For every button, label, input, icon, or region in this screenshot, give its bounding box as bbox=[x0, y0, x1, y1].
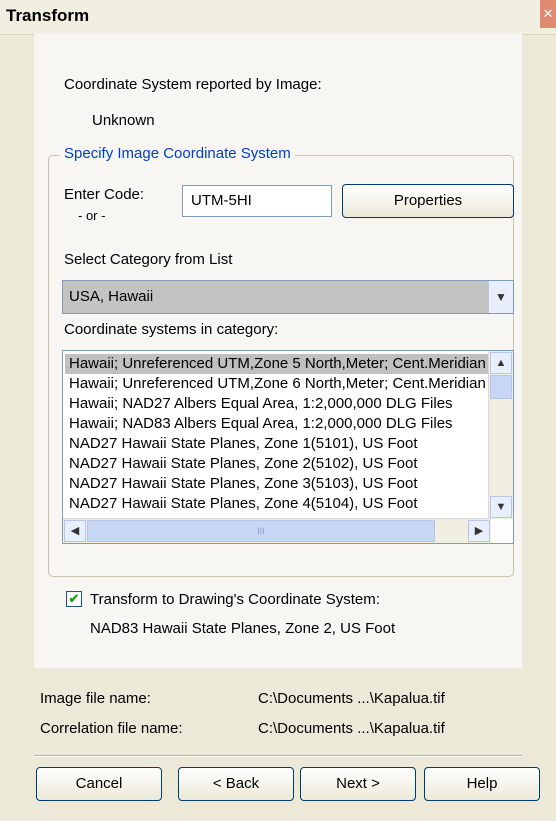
scroll-right-icon[interactable]: ▶ bbox=[468, 520, 490, 542]
list-item[interactable]: Hawaii; NAD27 Albers Equal Area, 1:2,000… bbox=[69, 395, 453, 412]
list-item[interactable]: NAD27 Hawaii State Planes, Zone 4(5104),… bbox=[69, 495, 418, 512]
help-button[interactable]: Help bbox=[424, 767, 540, 801]
enter-code-label: Enter Code: bbox=[64, 186, 145, 203]
group-legend: Specify Image Coordinate System bbox=[60, 145, 295, 162]
next-button[interactable]: Next > bbox=[300, 767, 416, 801]
scroll-left-icon[interactable]: ◀ bbox=[64, 520, 86, 542]
scroll-up-icon[interactable]: ▲ bbox=[490, 352, 512, 374]
window-title: Transform bbox=[6, 6, 90, 25]
image-file-value: C:\Documents ...\Kapalua.tif bbox=[258, 690, 445, 707]
properties-button[interactable]: Properties bbox=[342, 184, 514, 218]
list-label: Coordinate systems in category: bbox=[64, 321, 279, 338]
category-label: Select Category from List bbox=[64, 251, 233, 268]
list-item[interactable]: NAD27 Hawaii State Planes, Zone 1(5101),… bbox=[69, 435, 418, 452]
image-file-label: Image file name: bbox=[40, 690, 151, 707]
transform-label[interactable]: Transform to Drawing's Coordinate System… bbox=[90, 591, 380, 608]
list-item[interactable]: NAD27 Hawaii State Planes, Zone 3(5103),… bbox=[69, 475, 418, 492]
close-icon[interactable]: ✕ bbox=[540, 0, 556, 28]
scroll-thumb[interactable] bbox=[490, 375, 512, 399]
list-item[interactable]: Hawaii; Unreferenced UTM,Zone 5 North,Me… bbox=[69, 355, 486, 372]
or-label: - or - bbox=[78, 208, 106, 223]
scroll-down-icon[interactable]: ▼ bbox=[490, 496, 512, 518]
reported-value: Unknown bbox=[92, 112, 155, 129]
back-button[interactable]: < Back bbox=[178, 767, 294, 801]
list-item[interactable]: Hawaii; NAD83 Albers Equal Area, 1:2,000… bbox=[69, 415, 453, 432]
transform-checkbox[interactable]: ✔ bbox=[66, 591, 82, 607]
list-item[interactable]: Hawaii; Unreferenced UTM,Zone 6 North,Me… bbox=[69, 375, 486, 392]
coordinate-systems-list[interactable]: Hawaii; Unreferenced UTM,Zone 5 North,Me… bbox=[62, 350, 514, 544]
category-select[interactable]: USA, Hawaii ▼ bbox=[62, 280, 514, 314]
scroll-thumb-horizontal[interactable]: III bbox=[87, 520, 435, 542]
vertical-scrollbar[interactable]: ▲ ▼ bbox=[488, 351, 513, 519]
transform-value: NAD83 Hawaii State Planes, Zone 2, US Fo… bbox=[90, 620, 396, 637]
reported-label: Coordinate System reported by Image: bbox=[64, 76, 322, 93]
title-bar: Transform ✕ bbox=[0, 0, 556, 35]
correlation-file-label: Correlation file name: bbox=[40, 720, 183, 737]
divider bbox=[34, 755, 522, 757]
horizontal-scrollbar[interactable]: ◀ III ▶ bbox=[63, 518, 491, 543]
category-value: USA, Hawaii bbox=[69, 288, 154, 305]
cancel-button[interactable]: Cancel bbox=[36, 767, 162, 801]
correlation-file-value: C:\Documents ...\Kapalua.tif bbox=[258, 720, 445, 737]
code-input[interactable]: UTM-5HI bbox=[182, 185, 332, 217]
chevron-down-icon[interactable]: ▼ bbox=[488, 281, 513, 313]
list-item[interactable]: NAD27 Hawaii State Planes, Zone 2(5102),… bbox=[69, 455, 418, 472]
